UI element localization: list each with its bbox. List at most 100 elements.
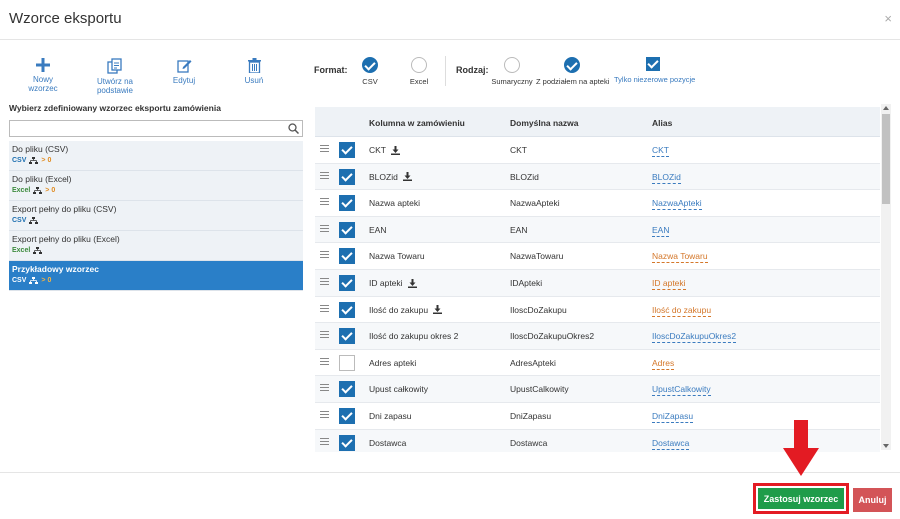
column-name: Nazwa Towaru (369, 251, 425, 262)
scroll-down-arrow-icon[interactable] (883, 444, 889, 448)
download-icon[interactable] (402, 172, 412, 182)
alias-editable[interactable]: Adres (652, 358, 675, 370)
column-include-checkbox[interactable] (339, 434, 355, 451)
alias-editable[interactable]: DniZapasu (652, 411, 694, 423)
kind-by-pharmacy-radio[interactable] (564, 57, 580, 73)
kind-summary-option[interactable]: Sumaryczny (490, 57, 534, 86)
nonzero-only-checkbox[interactable] (646, 57, 660, 71)
new-template-button[interactable]: Nowy wzorzec (20, 58, 66, 93)
template-nonzero-badge: > 0 (41, 277, 52, 284)
column-include-checkbox[interactable] (339, 195, 355, 212)
table-row: Ilość do zakupu okres 2 IloscDoZakupuOkre… (315, 323, 880, 350)
format-csv-option[interactable]: CSV (357, 57, 383, 86)
table-row: Upust całkowity UpustCalkowity UpustCalkow… (315, 376, 880, 403)
scrollbar-thumb[interactable] (882, 114, 890, 204)
kind-by-pharmacy-label: Z podziałem na apteki (536, 77, 610, 86)
alias-editable[interactable]: IloscDoZakupuOkres2 (652, 331, 737, 344)
template-format-badge: Excel (12, 247, 31, 254)
columns-table: Kolumna w zamówieniu Domyślna nazwa Alia… (315, 107, 893, 452)
cancel-button[interactable]: Anuluj (853, 488, 892, 512)
header-default-name: Domyślna nazwa (510, 118, 579, 128)
drag-handle-icon[interactable] (320, 224, 329, 232)
kind-by-pharmacy-option[interactable]: Z podziałem na apteki (536, 57, 610, 86)
column-include-checkbox[interactable] (339, 168, 355, 185)
kind-summary-label: Sumaryczny (491, 77, 533, 86)
drag-handle-icon[interactable] (320, 357, 329, 365)
alias-editable[interactable]: EAN (652, 225, 670, 237)
format-excel-option[interactable]: Excel (406, 57, 432, 86)
download-icon[interactable] (391, 145, 400, 155)
header-column: Kolumna w zamówieniu (369, 118, 465, 128)
template-item-full-csv[interactable]: Export pełny do pliku (CSV) CSV (9, 201, 303, 231)
format-csv-radio[interactable] (362, 57, 378, 73)
alias-editable[interactable]: Ilość do zakupu (652, 305, 712, 317)
alias-editable[interactable]: Nazwa Towaru (652, 251, 708, 264)
format-excel-radio[interactable] (411, 57, 427, 73)
column-include-checkbox[interactable] (339, 328, 355, 345)
template-name: Przykładowy wzorzec (12, 264, 99, 274)
alias-editable[interactable]: ID apteki (652, 278, 686, 290)
edit-button[interactable]: Edytuj (170, 58, 198, 85)
hierarchy-icon (33, 187, 43, 194)
download-icon[interactable] (407, 278, 417, 288)
alias-editable[interactable]: UpustCalkowity (652, 384, 711, 397)
close-icon[interactable]: × (884, 11, 892, 26)
create-based-button[interactable]: Utwórz na podstawie (82, 58, 148, 95)
template-search (9, 120, 303, 137)
column-include-checkbox[interactable] (339, 354, 355, 371)
alias-editable[interactable]: NazwaApteki (652, 198, 702, 211)
column-include-checkbox[interactable] (339, 381, 355, 398)
apply-template-button[interactable]: Zastosuj wzorzec (758, 488, 844, 509)
scroll-up-arrow-icon[interactable] (883, 106, 889, 110)
alias-editable[interactable]: BLOZid (652, 172, 681, 184)
column-include-checkbox[interactable] (339, 248, 355, 265)
drag-handle-icon[interactable] (320, 411, 329, 418)
alias-editable[interactable]: CKT (652, 145, 669, 157)
drag-handle-icon[interactable] (320, 304, 329, 312)
drag-handle-icon[interactable] (320, 171, 329, 179)
template-name: Export pełny do pliku (Excel) (12, 234, 120, 244)
template-format-badge: CSV (12, 217, 27, 224)
table-row: Ilość do zakupu IloscDoZakupu Ilość do zak… (315, 297, 880, 324)
search-icon[interactable] (288, 123, 299, 134)
dialog-header: Wzorce eksportu × (0, 0, 900, 40)
columns-table-header: Kolumna w zamówieniu Domyślna nazwa Alia… (315, 107, 880, 137)
drag-handle-icon[interactable] (320, 278, 329, 285)
drag-handle-icon[interactable] (320, 145, 329, 152)
format-excel-label: Excel (409, 77, 429, 86)
column-include-checkbox[interactable] (339, 301, 355, 318)
template-format-badge: CSV (12, 157, 27, 164)
dialog-title: Wzorce eksportu (9, 10, 122, 27)
nonzero-only-option[interactable]: Tylko niezerowe pozycje (614, 57, 695, 84)
drag-handle-icon[interactable] (320, 437, 329, 445)
template-item-full-excel[interactable]: Export pełny do pliku (Excel) Excel (9, 231, 303, 261)
default-name-cell: Dostawca (510, 437, 548, 448)
column-include-checkbox[interactable] (339, 275, 355, 291)
column-name-cell: Nazwa Towaru (369, 251, 425, 261)
drag-handle-icon[interactable] (320, 384, 329, 392)
column-name-cell: Adres apteki (369, 358, 416, 368)
edit-icon (176, 60, 191, 73)
table-scrollbar[interactable] (881, 104, 891, 450)
template-item-csv[interactable]: Do pliku (CSV) CSV > 0 (9, 141, 303, 171)
template-search-input[interactable] (10, 121, 280, 136)
kind-summary-radio[interactable] (504, 57, 520, 73)
column-name-cell: Nazwa apteki (369, 198, 420, 208)
drag-handle-icon[interactable] (320, 251, 329, 259)
delete-button[interactable]: Usuń (242, 58, 266, 85)
column-include-checkbox[interactable] (339, 142, 355, 158)
table-row: Nazwa Towaru NazwaTowaru Nazwa Towaru (315, 243, 880, 270)
column-include-checkbox[interactable] (339, 221, 355, 238)
table-row: Adres apteki AdresApteki Adres (315, 350, 880, 377)
table-row: BLOZid BLOZid BLOZid (315, 163, 880, 191)
template-item-sample[interactable]: Przykładowy wzorzec CSV > 0 (9, 261, 303, 291)
template-format-badge: Excel (12, 187, 31, 194)
drag-handle-icon[interactable] (320, 331, 329, 339)
format-label: Format: (314, 65, 348, 75)
column-include-checkbox[interactable] (339, 408, 355, 424)
download-icon[interactable] (433, 305, 443, 315)
default-name-cell: UpustCalkowity (510, 384, 569, 395)
template-item-excel[interactable]: Do pliku (Excel) Excel > 0 (9, 171, 303, 201)
drag-handle-icon[interactable] (320, 198, 329, 206)
alias-editable[interactable]: Dostawca (652, 438, 690, 450)
